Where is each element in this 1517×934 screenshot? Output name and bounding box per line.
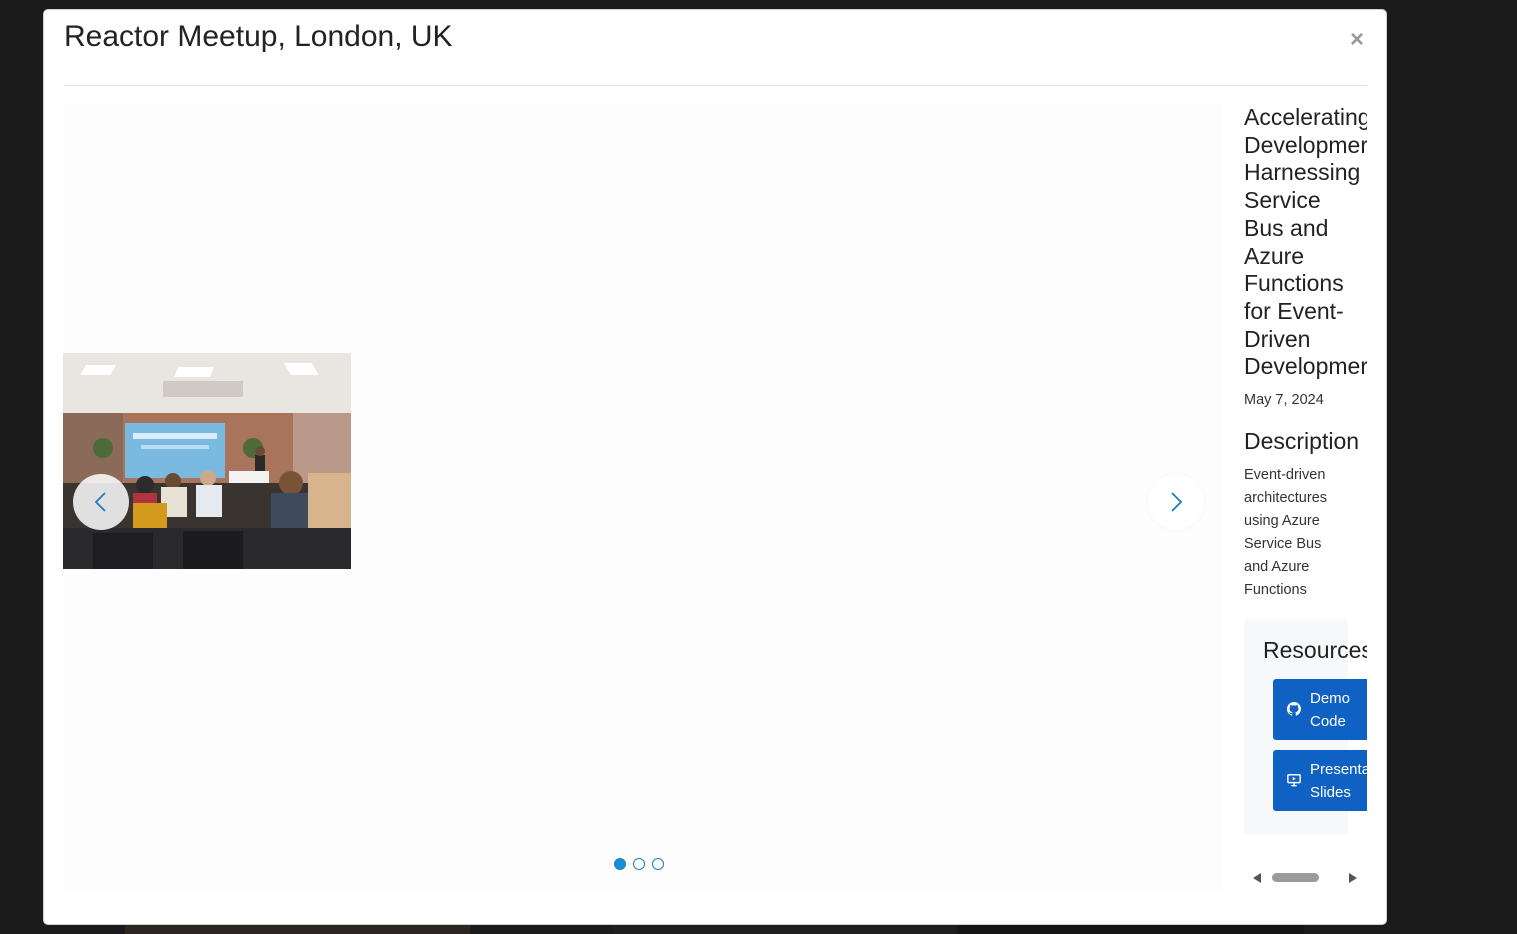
- talk-date: May 7, 2024: [1244, 392, 1324, 408]
- background-page-strip: [0, 924, 1517, 934]
- horizontal-scrollbar[interactable]: [1244, 868, 1367, 888]
- demo-code-label: Demo Code: [1310, 690, 1351, 730]
- talk-details-panel: Accelerating Developmer Harnessing Servi…: [1244, 102, 1367, 892]
- talk-modal: Reactor Meetup, London, UK × Acceleratin…: [43, 9, 1387, 925]
- presentation-icon: [1287, 774, 1301, 787]
- carousel-prev-button[interactable]: [73, 474, 129, 530]
- demo-code-button[interactable]: Demo Code: [1273, 679, 1367, 740]
- background-card: [613, 924, 956, 934]
- photo-carousel: [63, 102, 1223, 892]
- carousel-indicators: [614, 858, 670, 872]
- presentation-slides-button[interactable]: Presenta Slides: [1273, 750, 1367, 811]
- modal-header: Reactor Meetup, London, UK ×: [64, 10, 1367, 86]
- background-card: [125, 924, 470, 934]
- scroll-left-arrow-icon[interactable]: [1253, 873, 1261, 883]
- close-icon: ×: [1349, 26, 1364, 53]
- carousel-dot-3[interactable]: [652, 858, 664, 870]
- description-heading: Description: [1244, 428, 1360, 454]
- chevron-left-icon: [94, 492, 106, 512]
- carousel-next-button[interactable]: [1148, 474, 1204, 530]
- resources-heading: Resources: [1263, 637, 1367, 663]
- scrollbar-thumb[interactable]: [1272, 873, 1319, 882]
- event-photo: [63, 353, 351, 569]
- scroll-right-arrow-icon[interactable]: [1349, 873, 1357, 883]
- description-text: Event-driven architectures using Azure S…: [1244, 467, 1328, 598]
- modal-title: Reactor Meetup, London, UK: [64, 20, 453, 53]
- talk-title: Accelerating Developmer Harnessing Servi…: [1244, 104, 1367, 380]
- resources-box: Resources Demo Code Presenta Slides: [1244, 619, 1367, 834]
- carousel-dot-1[interactable]: [614, 858, 626, 870]
- close-button[interactable]: ×: [1347, 28, 1367, 52]
- chevron-right-icon: [1171, 492, 1183, 512]
- background-card: [958, 924, 1304, 934]
- carousel-slide-image[interactable]: [63, 353, 351, 569]
- github-icon: [1287, 702, 1301, 716]
- carousel-dot-2[interactable]: [633, 858, 645, 870]
- presentation-slides-label: Presenta Slides: [1310, 761, 1367, 801]
